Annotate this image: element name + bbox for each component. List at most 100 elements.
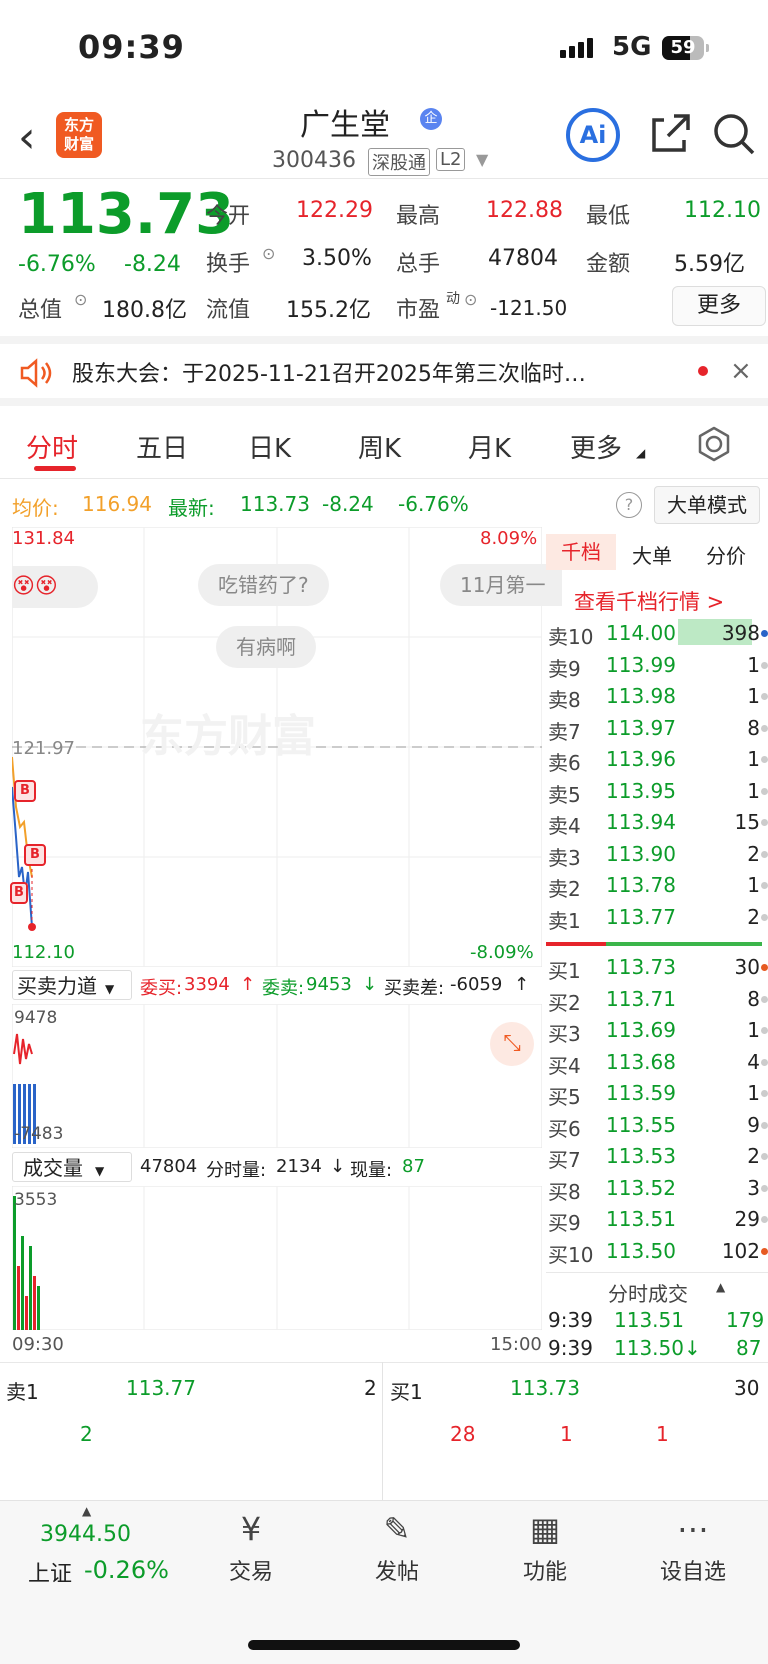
bid-price: 113.73: [606, 955, 676, 979]
y-max-label: 131.84: [12, 528, 75, 549]
nav-trade[interactable]: ¥ 交易: [196, 1510, 306, 1586]
ask-row[interactable]: 卖9 113.99 1: [546, 650, 768, 681]
ask-row[interactable]: 卖1 113.77 2: [546, 902, 768, 933]
ask-row[interactable]: 卖5 113.95 1: [546, 776, 768, 807]
dropdown-icon[interactable]: ▼: [476, 150, 488, 169]
ask-volume: 1: [747, 747, 760, 771]
settings-icon[interactable]: [696, 426, 732, 462]
tab-monthly-k[interactable]: 月K: [468, 428, 511, 465]
min-volume-value: 2134: [276, 1156, 322, 1177]
bid-row[interactable]: 买2 113.71 8: [546, 984, 768, 1015]
tab-weekly-k[interactable]: 周K: [358, 428, 401, 465]
force-bottom-label: -7483: [14, 1124, 64, 1144]
info-icon[interactable]: ⊙: [262, 244, 275, 263]
status-dot: [761, 1247, 768, 1255]
down-arrow-icon: ↓: [330, 1156, 346, 1177]
close-icon[interactable]: ×: [730, 356, 752, 386]
queue-buy-order: 28: [450, 1422, 476, 1446]
ask-row[interactable]: 卖3 113.90 2: [546, 839, 768, 870]
ask-row[interactable]: 卖2 113.78 1: [546, 870, 768, 901]
share-icon[interactable]: [648, 112, 692, 156]
bid-row[interactable]: 买3 113.69 1: [546, 1015, 768, 1046]
turnover-label: 换手: [206, 252, 251, 277]
tab-daily-k[interactable]: 日K: [248, 428, 291, 465]
bid-row[interactable]: 买9 113.51 29: [546, 1204, 768, 1235]
battery-icon: 59: [662, 36, 709, 60]
bid-row[interactable]: 买4 113.68 4: [546, 1047, 768, 1078]
tab-intraday[interactable]: 分时: [26, 428, 78, 465]
ask-row[interactable]: 卖10 114.00 398: [546, 618, 768, 649]
search-icon[interactable]: [712, 112, 756, 156]
bid-row[interactable]: 买1 113.73 30: [546, 952, 768, 983]
nav-post[interactable]: ✎ 发帖: [342, 1510, 452, 1586]
bid-row[interactable]: 买7 113.53 2: [546, 1141, 768, 1172]
index-change[interactable]: -0.26%: [84, 1556, 169, 1584]
low-label: 最低: [586, 204, 631, 229]
nav-add-watchlist-label: 设自选: [659, 1560, 726, 1585]
index-value[interactable]: 3944.50: [40, 1522, 131, 1547]
change-pct: -6.76%: [18, 252, 96, 277]
ask-row[interactable]: 卖6 113.96 1: [546, 744, 768, 775]
queue-buy-label: 买1: [390, 1380, 423, 1404]
index-name[interactable]: 上证: [28, 1556, 72, 1588]
more-button[interactable]: 更多: [672, 286, 766, 326]
volume-label: 总手: [396, 252, 441, 277]
expand-icon[interactable]: ⤡: [490, 1022, 534, 1066]
change-value: -8.24: [124, 252, 181, 277]
bid-level-label: 买10: [548, 1242, 594, 1267]
ask-volume: 15: [734, 810, 760, 834]
status-dot: [761, 1184, 768, 1192]
bid-row[interactable]: 买6 113.55 9: [546, 1110, 768, 1141]
nav-add-watchlist[interactable]: ⋯ 设自选: [638, 1510, 748, 1586]
status-dot: [761, 1153, 768, 1160]
buy-marker[interactable]: B: [10, 882, 28, 904]
comment-bubble-1[interactable]: 吃错药了?: [198, 564, 329, 606]
ask-level-label: 卖1: [548, 908, 581, 933]
bid-row[interactable]: 买5 113.59 1: [546, 1078, 768, 1109]
bid-row[interactable]: 买8 113.52 3: [546, 1173, 768, 1204]
help-icon[interactable]: ?: [616, 492, 642, 518]
ask-price: 113.95: [606, 778, 676, 803]
buy-marker[interactable]: B: [24, 844, 46, 866]
ask-row[interactable]: 卖8 113.98 1: [546, 681, 768, 712]
back-icon[interactable]: ‹: [18, 112, 36, 163]
volume-value: 47804: [488, 246, 558, 271]
ask-row[interactable]: 卖7 113.97 8: [546, 713, 768, 744]
speaker-icon: [20, 358, 52, 388]
tab-more[interactable]: 更多: [570, 428, 622, 465]
yuan-icon: ¥: [240, 1510, 262, 1548]
info-icon[interactable]: ⊙: [464, 290, 477, 309]
ai-button[interactable]: Ai: [566, 108, 620, 162]
buy-marker[interactable]: B: [14, 780, 36, 802]
info-icon[interactable]: ⊙: [74, 290, 87, 309]
nav-functions[interactable]: ▦ 功能: [490, 1510, 600, 1586]
emoji-icon: 😵😵: [12, 574, 58, 599]
view-depth-link[interactable]: 查看千档行情 >: [574, 586, 724, 616]
battery-level: 59: [670, 37, 696, 58]
comment-bubble-2[interactable]: 有病啊: [216, 626, 316, 668]
book-tab-thousand[interactable]: 千档: [546, 534, 616, 570]
book-tab-big[interactable]: 大单: [632, 540, 672, 569]
notice-text[interactable]: 股东大会：于2025-11-21召开2025年第三次临时…: [72, 356, 586, 388]
comment-bubble-3[interactable]: 11月第一: [440, 564, 562, 606]
latest-change-pct: -6.76%: [398, 492, 469, 516]
bid-volume: 1: [747, 1018, 760, 1042]
app-logo: 东方财富: [56, 112, 102, 158]
queue-divider: [382, 1362, 383, 1500]
tab-five-day[interactable]: 五日: [136, 428, 188, 465]
ask-row[interactable]: 卖4 113.94 15: [546, 807, 768, 838]
latest-value: 113.73: [240, 492, 310, 516]
indicator-label: 买卖力道: [17, 974, 97, 998]
ask-volume: 1: [747, 873, 760, 897]
emoji-bubble[interactable]: 😵😵: [12, 566, 98, 608]
bid-total-label: 委买:: [140, 978, 183, 999]
book-tab-price[interactable]: 分价: [706, 540, 746, 569]
queue-buy-price: 113.73: [510, 1376, 580, 1400]
queue-sell-qty: 2: [364, 1376, 377, 1400]
watermark: 东方财富: [140, 711, 316, 762]
big-order-mode-button[interactable]: 大单模式: [654, 486, 760, 524]
ticks-title[interactable]: 分时成交: [608, 1278, 688, 1307]
bid-row[interactable]: 买10 113.50 102: [546, 1236, 768, 1267]
indicator-select[interactable]: 买卖力道 ▼: [12, 970, 132, 1000]
volume-select[interactable]: 成交量 ▼: [12, 1152, 132, 1182]
